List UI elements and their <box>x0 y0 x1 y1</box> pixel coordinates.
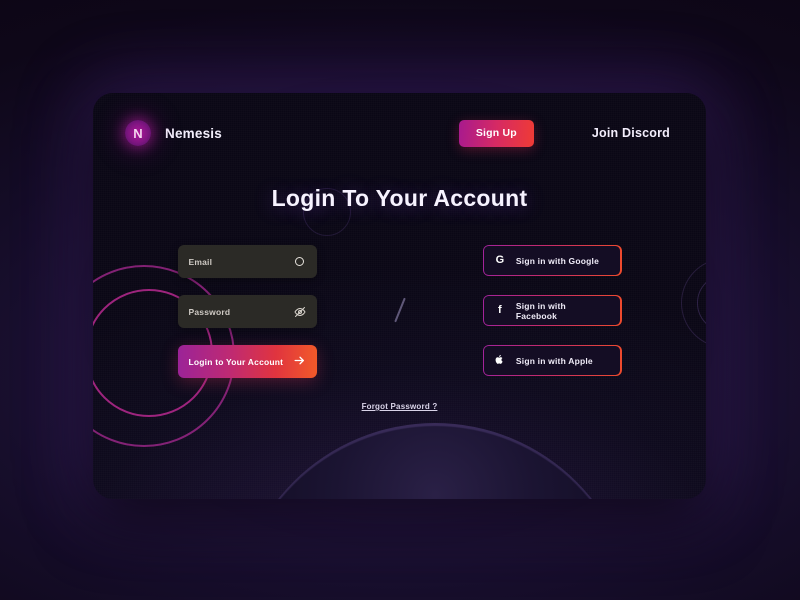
page-backdrop: N Nemesis Sign Up Join Discord Login To … <box>0 0 800 600</box>
forgot-password-link[interactable]: Forgot Password ? <box>362 402 438 411</box>
arrow-right-icon <box>293 354 306 370</box>
forgot-password-row: Forgot Password ? <box>93 396 706 414</box>
email-field[interactable]: Email <box>177 245 317 278</box>
password-field[interactable]: Password <box>177 295 317 328</box>
login-submit-label: Login to Your Account <box>188 356 284 367</box>
google-icon: G <box>495 254 505 266</box>
facebook-icon: f <box>498 304 502 316</box>
sign-in-google-label: Sign in with Google <box>515 255 600 266</box>
header-actions: Sign Up Join Discord <box>458 119 674 147</box>
sign-up-button[interactable]: Sign Up <box>458 119 534 147</box>
login-card: N Nemesis Sign Up Join Discord Login To … <box>93 93 706 499</box>
sign-in-apple-label: Sign in with Apple <box>515 355 593 366</box>
logo-badge-icon: N <box>125 120 151 146</box>
planet-sphere-decoration <box>235 423 635 499</box>
apple-icon <box>495 354 505 368</box>
eye-off-icon[interactable] <box>294 306 306 318</box>
sign-in-facebook-button[interactable]: f Sign in with Facebook <box>482 295 622 326</box>
page-title: Login To Your Account <box>271 185 528 211</box>
sign-in-facebook-label: Sign in with Facebook <box>515 300 566 321</box>
sign-in-google-button[interactable]: G Sign in with Google <box>482 245 622 276</box>
circle-icon[interactable] <box>294 256 306 268</box>
social-login-column: G Sign in with Google f Sign in with Fac… <box>430 245 675 395</box>
sign-in-apple-button[interactable]: Sign in with Apple <box>482 345 622 376</box>
divider <box>370 245 430 323</box>
credentials-column: Email Password Login to Your Account <box>125 245 370 378</box>
slash-divider-icon <box>393 297 406 323</box>
email-placeholder: Email <box>188 256 213 267</box>
login-form: Email Password Login to Your Account G S… <box>93 245 706 395</box>
login-submit-button[interactable]: Login to Your Account <box>177 345 317 378</box>
logo-letter: N <box>133 125 143 141</box>
brand: N Nemesis <box>125 120 222 146</box>
password-placeholder: Password <box>188 306 231 317</box>
brand-name: Nemesis <box>165 125 222 141</box>
join-discord-link[interactable]: Join Discord <box>592 126 670 140</box>
header-bar: N Nemesis Sign Up Join Discord <box>93 93 706 173</box>
